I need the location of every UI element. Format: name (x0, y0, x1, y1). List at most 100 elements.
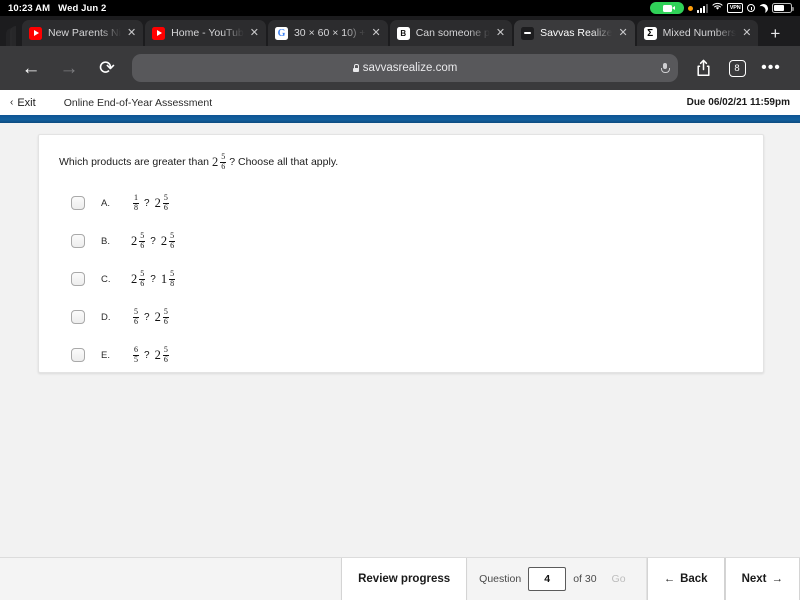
tab-close-icon[interactable]: ✕ (496, 27, 505, 39)
fraction: 6 5 (133, 345, 139, 364)
go-button[interactable]: Go (604, 573, 634, 585)
browser-tab-5[interactable]: Σ Mixed Numbers ✕ (636, 20, 759, 46)
tab-close-icon[interactable]: ✕ (127, 27, 136, 39)
option-expression-a: 1 8 ? 2 5 6 (131, 193, 169, 212)
address-bar[interactable]: savvasrealize.com (132, 54, 678, 82)
browser-toolbar: ← → ⟳ savvasrealize.com 8 ••• (0, 46, 800, 90)
back-button[interactable]: ← Back (646, 558, 725, 600)
next-button[interactable]: Next → (724, 558, 800, 600)
do-not-disturb-moon-icon (758, 2, 770, 14)
fraction: 5 6 (139, 231, 146, 250)
question-card: Which products are greater than 2 5 6 ? … (38, 134, 764, 373)
whole-part: 2 (160, 233, 168, 248)
option-expression-b: 2 5 6 ? 2 5 6 (131, 231, 176, 250)
microphone-icon[interactable] (661, 63, 670, 73)
back-icon[interactable]: ← (12, 59, 50, 78)
due-date-label: Due 06/02/21 11:59pm (686, 97, 790, 108)
right-operand: 2 5 6 (155, 193, 169, 212)
answer-option-c[interactable]: C. 2 5 6 ? 1 5 8 (59, 260, 743, 298)
ios-status-bar: 10:23 AM Wed Jun 2 VPN (0, 0, 800, 16)
denominator: 6 (162, 354, 169, 364)
more-menu-icon[interactable]: ••• (754, 60, 788, 75)
review-progress-button[interactable]: Review progress (341, 558, 468, 600)
fraction: 5 6 (139, 269, 146, 288)
answer-option-d[interactable]: D. 5 6 ? 2 5 6 (59, 298, 743, 336)
fraction: 1 8 (133, 193, 139, 212)
browser-tab-strip[interactable]: New Parents Ni ✕ Home - YouTub ✕ G 30 × … (0, 16, 800, 46)
share-icon[interactable] (686, 59, 720, 77)
left-operand: 2 5 6 (131, 269, 146, 288)
fraction: 5 6 (169, 231, 176, 250)
tab-close-icon[interactable]: ✕ (250, 27, 259, 39)
assessment-header: ‹ Exit Online End-of-Year Assessment Due… (0, 90, 800, 115)
question-number-input[interactable]: 4 (528, 567, 567, 591)
prompt-mixed-number: 2 5 6 (212, 152, 227, 171)
fraction: 5 6 (162, 345, 169, 364)
option-letter-b: B. (101, 235, 110, 247)
tab-close-icon[interactable]: ✕ (618, 27, 627, 39)
whole-part: 1 (160, 271, 168, 286)
forward-icon[interactable]: → (50, 59, 88, 78)
whole-part: 2 (131, 233, 138, 248)
tab-title: Mixed Numbers (662, 27, 737, 39)
numerator: 5 (170, 269, 175, 279)
numerator: 5 (163, 307, 168, 317)
arrow-left-icon: ← (663, 573, 676, 585)
browser-tab-2[interactable]: G 30 × 60 × 10) + ✕ (267, 20, 388, 46)
question-prompt: Which products are greater than 2 5 6 ? … (59, 152, 743, 171)
denominator: 6 (139, 278, 146, 288)
denominator: 6 (162, 202, 169, 212)
operator-symbol: ? (150, 273, 156, 285)
answer-option-e[interactable]: E. 6 5 ? 2 5 6 (59, 336, 743, 374)
browser-tab-1[interactable]: Home - YouTub ✕ (145, 20, 266, 46)
exit-label: Exit (17, 96, 36, 109)
vpn-badge-icon: VPN (727, 3, 743, 13)
left-operand: 2 5 6 (131, 231, 146, 250)
assessment-footer: Review progress Question 4 of 30 Go ← Ba… (0, 557, 800, 600)
whole-part: 2 (154, 347, 161, 362)
answer-option-a[interactable]: A. 1 8 ? 2 5 6 (59, 184, 743, 222)
exit-button[interactable]: ‹ Exit (10, 97, 36, 109)
back-button-label: Back (680, 573, 708, 585)
option-expression-c: 2 5 6 ? 1 5 8 (131, 269, 176, 288)
browser-tab-0[interactable]: New Parents Ni ✕ (22, 20, 144, 46)
operator-symbol: ? (144, 311, 150, 323)
new-tab-button[interactable]: + (760, 25, 788, 46)
checkbox-a[interactable] (71, 196, 85, 211)
status-bar-left: 10:23 AM Wed Jun 2 (8, 3, 106, 14)
tab-overview-button[interactable]: 8 (720, 59, 754, 77)
tab-close-icon[interactable]: ✕ (372, 27, 381, 39)
question-total-label: of 30 (573, 573, 597, 585)
whole-part: 2 (154, 309, 161, 324)
operator-symbol: ? (144, 197, 150, 209)
left-operand: 1 8 (131, 193, 139, 212)
tab-close-icon[interactable]: ✕ (742, 27, 751, 39)
reload-icon[interactable]: ⟳ (88, 59, 126, 78)
option-letter-e: E. (101, 349, 110, 361)
fraction: 5 8 (169, 269, 176, 288)
status-time: 10:23 AM (8, 2, 51, 14)
option-letter-a: A. (101, 197, 110, 209)
denominator: 5 (133, 354, 139, 364)
left-operand: 6 5 (131, 345, 139, 364)
left-operand: 5 6 (131, 307, 139, 326)
youtube-icon (152, 26, 166, 40)
numerator: 5 (221, 152, 226, 161)
answer-option-b[interactable]: B. 2 5 6 ? 2 5 6 (59, 222, 743, 260)
checkbox-d[interactable] (71, 310, 85, 325)
checkbox-b[interactable] (71, 234, 85, 249)
browser-tab-4-active[interactable]: Savvas Realize ✕ (514, 20, 635, 46)
browser-tab-3[interactable]: B Can someone p ✕ (389, 20, 513, 46)
operator-symbol: ? (144, 349, 150, 361)
tab-stack-edge (6, 22, 20, 46)
denominator: 6 (220, 161, 227, 171)
numerator: 5 (134, 307, 138, 317)
whole-part: 2 (212, 154, 219, 169)
denominator: 6 (169, 240, 176, 250)
denominator: 6 (139, 240, 146, 250)
checkbox-c[interactable] (71, 272, 85, 287)
option-expression-d: 5 6 ? 2 5 6 (131, 307, 169, 326)
answer-options-list: A. 1 8 ? 2 5 6 B. 2 5 6 ? 2 5 6 C. 2 5 6… (59, 184, 743, 374)
right-operand: 1 5 8 (160, 269, 176, 288)
checkbox-e[interactable] (71, 348, 85, 363)
